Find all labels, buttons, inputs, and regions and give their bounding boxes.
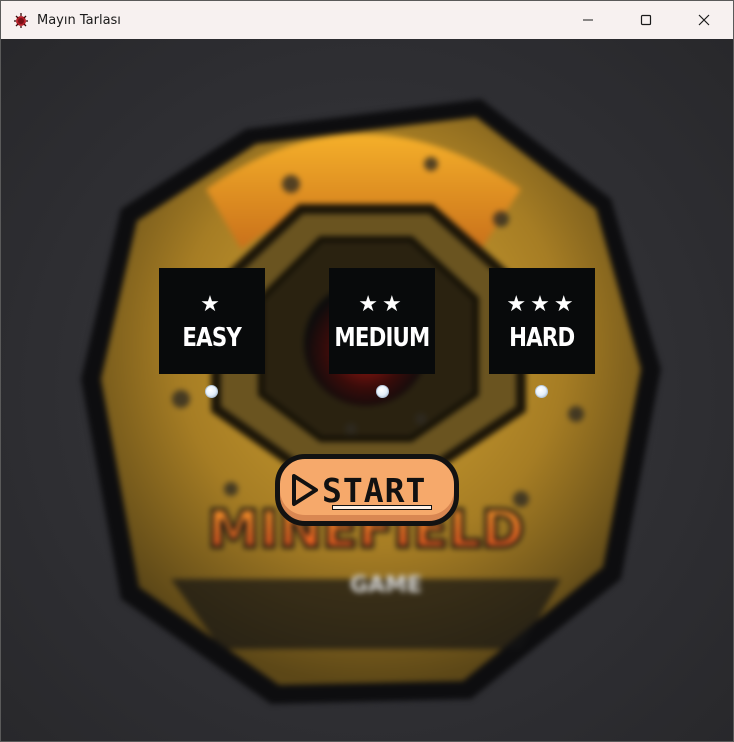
game-menu: MINEFIELD GAME ★ EASY ★★ MEDIUM ★★★ HARD… bbox=[1, 39, 733, 741]
start-button[interactable]: START bbox=[275, 454, 459, 526]
window-title: Mayın Tarlası bbox=[37, 12, 121, 28]
star-icon: ★ bbox=[200, 292, 224, 317]
title-bar[interactable]: Mayın Tarlası bbox=[1, 1, 733, 39]
star-icon: ★★★ bbox=[506, 292, 578, 317]
close-icon bbox=[698, 11, 710, 30]
mine-bug-icon bbox=[13, 12, 29, 28]
difficulty-easy-card[interactable]: ★ EASY bbox=[159, 268, 265, 374]
app-window: Mayın Tarlası MINEFIELD GAME ★ EASY ★★ M… bbox=[0, 0, 734, 742]
maximize-icon bbox=[640, 11, 652, 30]
difficulty-label: HARD bbox=[509, 323, 575, 353]
difficulty-label: EASY bbox=[182, 323, 242, 353]
difficulty-medium-radio[interactable] bbox=[376, 385, 389, 398]
minimize-button[interactable] bbox=[559, 1, 617, 39]
play-arrow-icon bbox=[290, 473, 320, 507]
difficulty-label: MEDIUM bbox=[334, 323, 430, 353]
maximize-button[interactable] bbox=[617, 1, 675, 39]
difficulty-hard-card[interactable]: ★★★ HARD bbox=[489, 268, 595, 374]
minimize-icon bbox=[582, 11, 594, 30]
logo-subtitle: GAME bbox=[350, 573, 422, 598]
star-icon: ★★ bbox=[358, 292, 406, 317]
difficulty-medium-card[interactable]: ★★ MEDIUM bbox=[329, 268, 435, 374]
close-button[interactable] bbox=[675, 1, 733, 39]
minefield-logo: MINEFIELD GAME bbox=[81, 99, 661, 704]
difficulty-hard-radio[interactable] bbox=[535, 385, 548, 398]
difficulty-easy-radio[interactable] bbox=[205, 385, 218, 398]
start-label: START bbox=[322, 470, 427, 510]
start-underline bbox=[332, 505, 432, 510]
